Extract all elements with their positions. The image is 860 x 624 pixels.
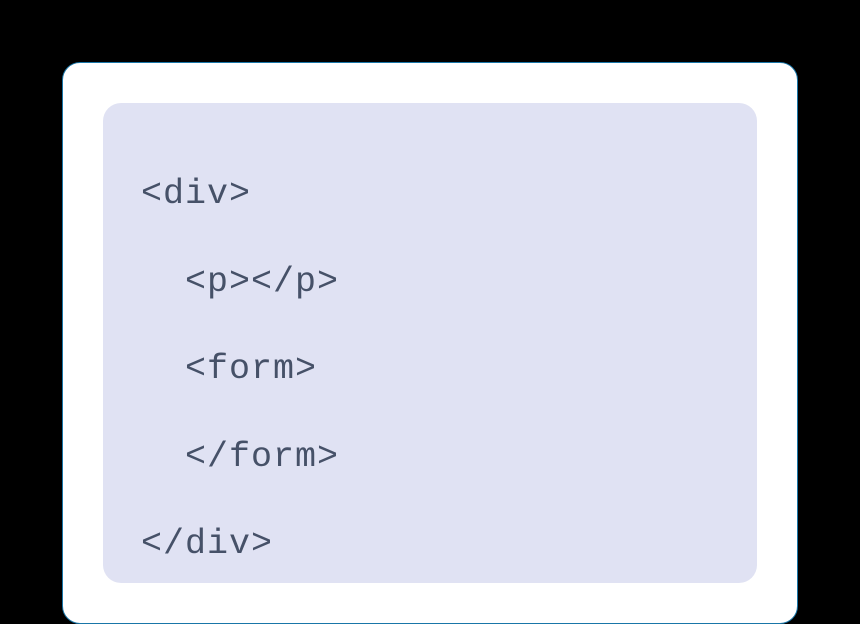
code-line-2: <p></p> xyxy=(141,239,719,327)
code-line-1: <div> xyxy=(141,151,719,239)
code-block: <div> <p></p> <form> </form> </div> xyxy=(103,103,757,583)
code-line-3: <form> xyxy=(141,326,719,414)
code-line-4: </form> xyxy=(141,414,719,502)
code-card: <div> <p></p> <form> </form> </div> xyxy=(62,62,798,624)
code-line-5: </div> xyxy=(141,501,719,589)
